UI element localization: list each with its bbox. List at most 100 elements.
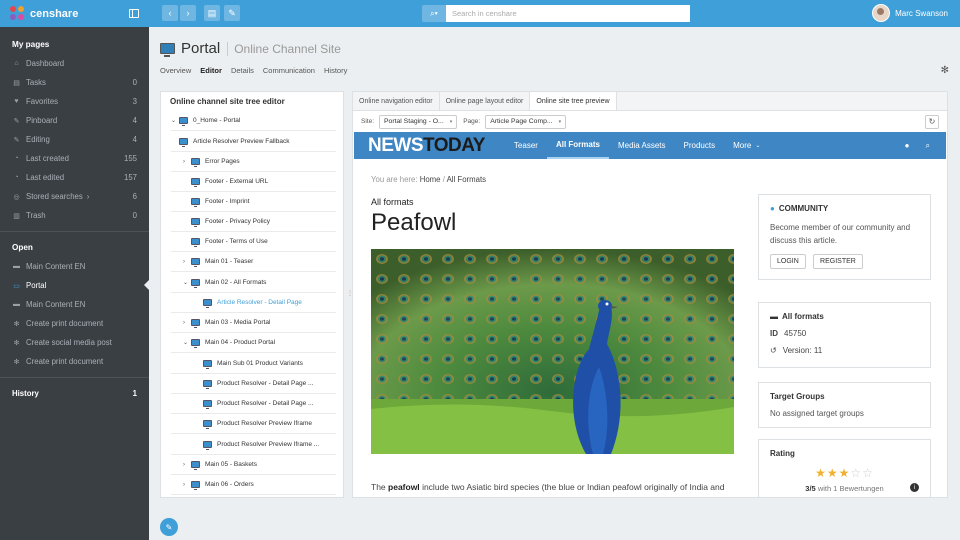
user-icon[interactable]: ●: [905, 141, 910, 151]
tree-row[interactable]: Product Resolver - Detail Page ...: [171, 374, 336, 394]
forward-button[interactable]: ›: [180, 5, 196, 21]
tree-row[interactable]: Product Resolver Preview Iframe: [171, 414, 336, 434]
tree-row[interactable]: ⌄ 0_Home - Portal: [171, 111, 336, 131]
new-document-button[interactable]: ▤: [204, 5, 220, 21]
refresh-icon: ↻: [928, 117, 936, 126]
chevron-right-icon[interactable]: ›: [183, 320, 191, 326]
tree-row[interactable]: › Main 06 - Orders: [171, 475, 336, 495]
tab-history[interactable]: History: [324, 66, 347, 75]
chevron-down-icon: ▾: [449, 118, 453, 125]
tab-online-page-layout-editor[interactable]: Online page layout editor: [440, 92, 531, 110]
open-item-main-content-2[interactable]: ▬ Main Content EN: [0, 295, 149, 314]
monitor-icon: [191, 339, 200, 348]
wrench-icon: ✎: [228, 7, 236, 18]
tree-row[interactable]: › Main 05 - Baskets: [171, 455, 336, 475]
tree-row-selected[interactable]: Article Resolver - Detail Page: [171, 293, 336, 313]
chevron-right-icon[interactable]: ›: [183, 259, 191, 265]
site-select[interactable]: Portal Staging - O... ▾: [379, 114, 458, 129]
tab-overview[interactable]: Overview: [160, 66, 191, 75]
sidebar-item-dashboard[interactable]: ⌂ Dashboard: [0, 54, 149, 73]
open-item-main-content[interactable]: ▬ Main Content EN: [0, 257, 149, 276]
search-icon[interactable]: ⌕: [926, 141, 930, 151]
star-filled-icon[interactable]: ★: [839, 466, 851, 480]
tree-title: Online channel site tree editor: [170, 97, 285, 106]
settings-gear-icon[interactable]: ✻: [941, 65, 949, 76]
sidebar-item-trash[interactable]: ▥ Trash 0: [0, 206, 149, 225]
sidebar-item-tasks[interactable]: ▤ Tasks 0: [0, 73, 149, 92]
chevron-left-icon: ‹: [168, 8, 172, 18]
tab-communication[interactable]: Communication: [263, 66, 315, 75]
task-icon: ▤: [13, 79, 20, 87]
tree-row[interactable]: Product Resolver Preview Iframe ...: [171, 435, 336, 455]
login-button[interactable]: LOGIN: [770, 254, 806, 269]
nav-more[interactable]: More ⌄: [724, 132, 769, 159]
site-brand-logo[interactable]: NEWS TODAY: [368, 135, 485, 157]
user-menu[interactable]: Marc Swanson: [872, 4, 948, 22]
id-value: 45750: [784, 329, 807, 338]
tools-button[interactable]: ✎: [224, 5, 240, 21]
monitor-icon: [203, 360, 212, 369]
star-rating[interactable]: ★★★☆☆: [770, 466, 919, 480]
tree-row[interactable]: ⌄ Main 04 - Product Portal: [171, 333, 336, 353]
tab-online-site-tree-preview[interactable]: Online site tree preview: [530, 92, 617, 110]
sidebar-toggle-icon[interactable]: [129, 9, 139, 18]
monitor-icon: [191, 461, 200, 470]
chevron-down-icon[interactable]: ⌄: [183, 339, 191, 346]
sidebar-item-last-created[interactable]: ◔ Last created 155: [0, 149, 149, 168]
monitor-icon: [203, 380, 212, 389]
tab-online-navigation-editor[interactable]: Online navigation editor: [353, 92, 440, 110]
tree-row[interactable]: › Error Pages: [171, 152, 336, 172]
tree-row[interactable]: Footer - Imprint: [171, 192, 336, 212]
star-empty-icon[interactable]: ☆: [850, 466, 862, 480]
sidebar-item-favorites[interactable]: ♥ Favorites 3: [0, 92, 149, 111]
chevron-right-icon[interactable]: ›: [183, 462, 191, 468]
star-empty-icon[interactable]: ☆: [862, 466, 874, 480]
tree-row[interactable]: Footer - External URL: [171, 172, 336, 192]
search-input[interactable]: [446, 5, 690, 22]
sidebar-item-pinboard[interactable]: ✎ Pinboard 4: [0, 111, 149, 130]
star-filled-icon[interactable]: ★: [815, 466, 827, 480]
tree-row[interactable]: › Main 01 - Teaser: [171, 252, 336, 272]
active-indicator: [144, 280, 149, 290]
register-button[interactable]: REGISTER: [813, 254, 863, 269]
tree-row[interactable]: Footer - Privacy Policy: [171, 212, 336, 232]
nav-teaser[interactable]: Teaser: [505, 132, 547, 159]
info-icon[interactable]: i: [910, 483, 919, 492]
open-item-create-print-2[interactable]: ✻ Create print document: [0, 352, 149, 371]
chevron-down-icon[interactable]: ⌄: [183, 279, 191, 286]
star-filled-icon[interactable]: ★: [827, 466, 839, 480]
tree-row[interactable]: Article Resolver Preview Fallback: [171, 132, 336, 152]
nav-products[interactable]: Products: [675, 132, 725, 159]
gear-icon: ✻: [13, 358, 20, 366]
chevron-down-icon[interactable]: ⌄: [171, 117, 179, 124]
tree-row[interactable]: ⌄ Main 02 - All Formats: [171, 273, 336, 293]
monitor-icon: ▭: [13, 282, 20, 290]
sidebar-item-stored-searches[interactable]: ◎ Stored searches › 6: [0, 187, 149, 206]
tab-details[interactable]: Details: [231, 66, 254, 75]
monitor-icon: [203, 441, 212, 450]
tree-row[interactable]: Main Sub 01 Product Variants: [171, 354, 336, 374]
target-groups-card: Target Groups No assigned target groups: [758, 382, 931, 428]
sidebar-history[interactable]: History 1: [0, 384, 149, 403]
open-item-portal[interactable]: ▭ Portal: [0, 276, 149, 295]
tree-row[interactable]: › Main 03 - Media Portal: [171, 313, 336, 333]
refresh-button[interactable]: ↻: [925, 114, 939, 129]
chevron-right-icon[interactable]: ›: [183, 159, 191, 165]
breadcrumb-home[interactable]: Home: [420, 175, 441, 184]
user-name: Marc Swanson: [895, 8, 948, 18]
pin-fab-button[interactable]: ✎: [160, 518, 178, 536]
chevron-right-icon[interactable]: ›: [183, 482, 191, 488]
tree-row[interactable]: Product Resolver - Detail Page ...: [171, 394, 336, 414]
sidebar-item-editing[interactable]: ✎ Editing 4: [0, 130, 149, 149]
tab-editor[interactable]: Editor: [200, 66, 222, 75]
tree-row[interactable]: Footer - Terms of Use: [171, 232, 336, 252]
back-button[interactable]: ‹: [162, 5, 178, 21]
open-item-create-social[interactable]: ✻ Create social media post: [0, 333, 149, 352]
search-dropdown-button[interactable]: ⌕▾: [422, 5, 446, 22]
nav-all-formats[interactable]: All Formats: [546, 132, 609, 159]
open-item-create-print[interactable]: ✻ Create print document: [0, 314, 149, 333]
nav-media-assets[interactable]: Media Assets: [609, 132, 675, 159]
sidebar-item-last-edited[interactable]: ◔ Last edited 157: [0, 168, 149, 187]
page-select[interactable]: Article Page Comp... ▾: [485, 114, 567, 129]
search-bar: ⌕▾: [422, 5, 690, 22]
